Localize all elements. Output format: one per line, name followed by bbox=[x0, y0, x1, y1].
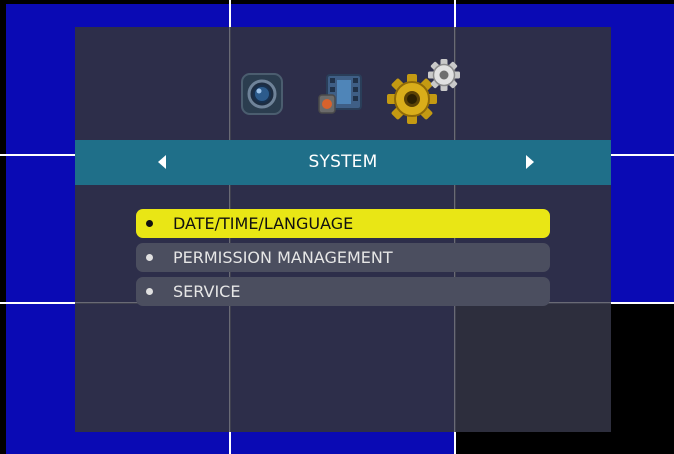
menu-item-service[interactable]: SERVICE bbox=[136, 277, 550, 306]
menu-title-bar: SYSTEM bbox=[75, 140, 611, 185]
menu-item-permission-management[interactable]: PERMISSION MANAGEMENT bbox=[136, 243, 550, 272]
bullet-icon bbox=[146, 220, 153, 227]
menu-item-label: SERVICE bbox=[173, 282, 241, 301]
camera-icon[interactable] bbox=[239, 71, 285, 117]
menu-item-label: PERMISSION MANAGEMENT bbox=[173, 248, 393, 267]
menu-item-label: DATE/TIME/LANGUAGE bbox=[173, 214, 354, 233]
bullet-icon bbox=[146, 254, 153, 261]
record-icon[interactable] bbox=[317, 69, 365, 117]
menu-list: DATE/TIME/LANGUAGE PERMISSION MANAGEMENT… bbox=[136, 209, 550, 311]
dvr-screen: SYSTEM DATE/TIME/LANGUAGE PERMISSION MAN… bbox=[0, 0, 674, 454]
menu-item-date-time-language[interactable]: DATE/TIME/LANGUAGE bbox=[136, 209, 550, 238]
bullet-icon bbox=[146, 288, 153, 295]
gear-icon[interactable] bbox=[378, 57, 470, 127]
main-menu-panel: SYSTEM DATE/TIME/LANGUAGE PERMISSION MAN… bbox=[75, 27, 611, 432]
next-page-arrow-icon[interactable] bbox=[524, 154, 536, 170]
menu-category-icons bbox=[75, 57, 611, 129]
